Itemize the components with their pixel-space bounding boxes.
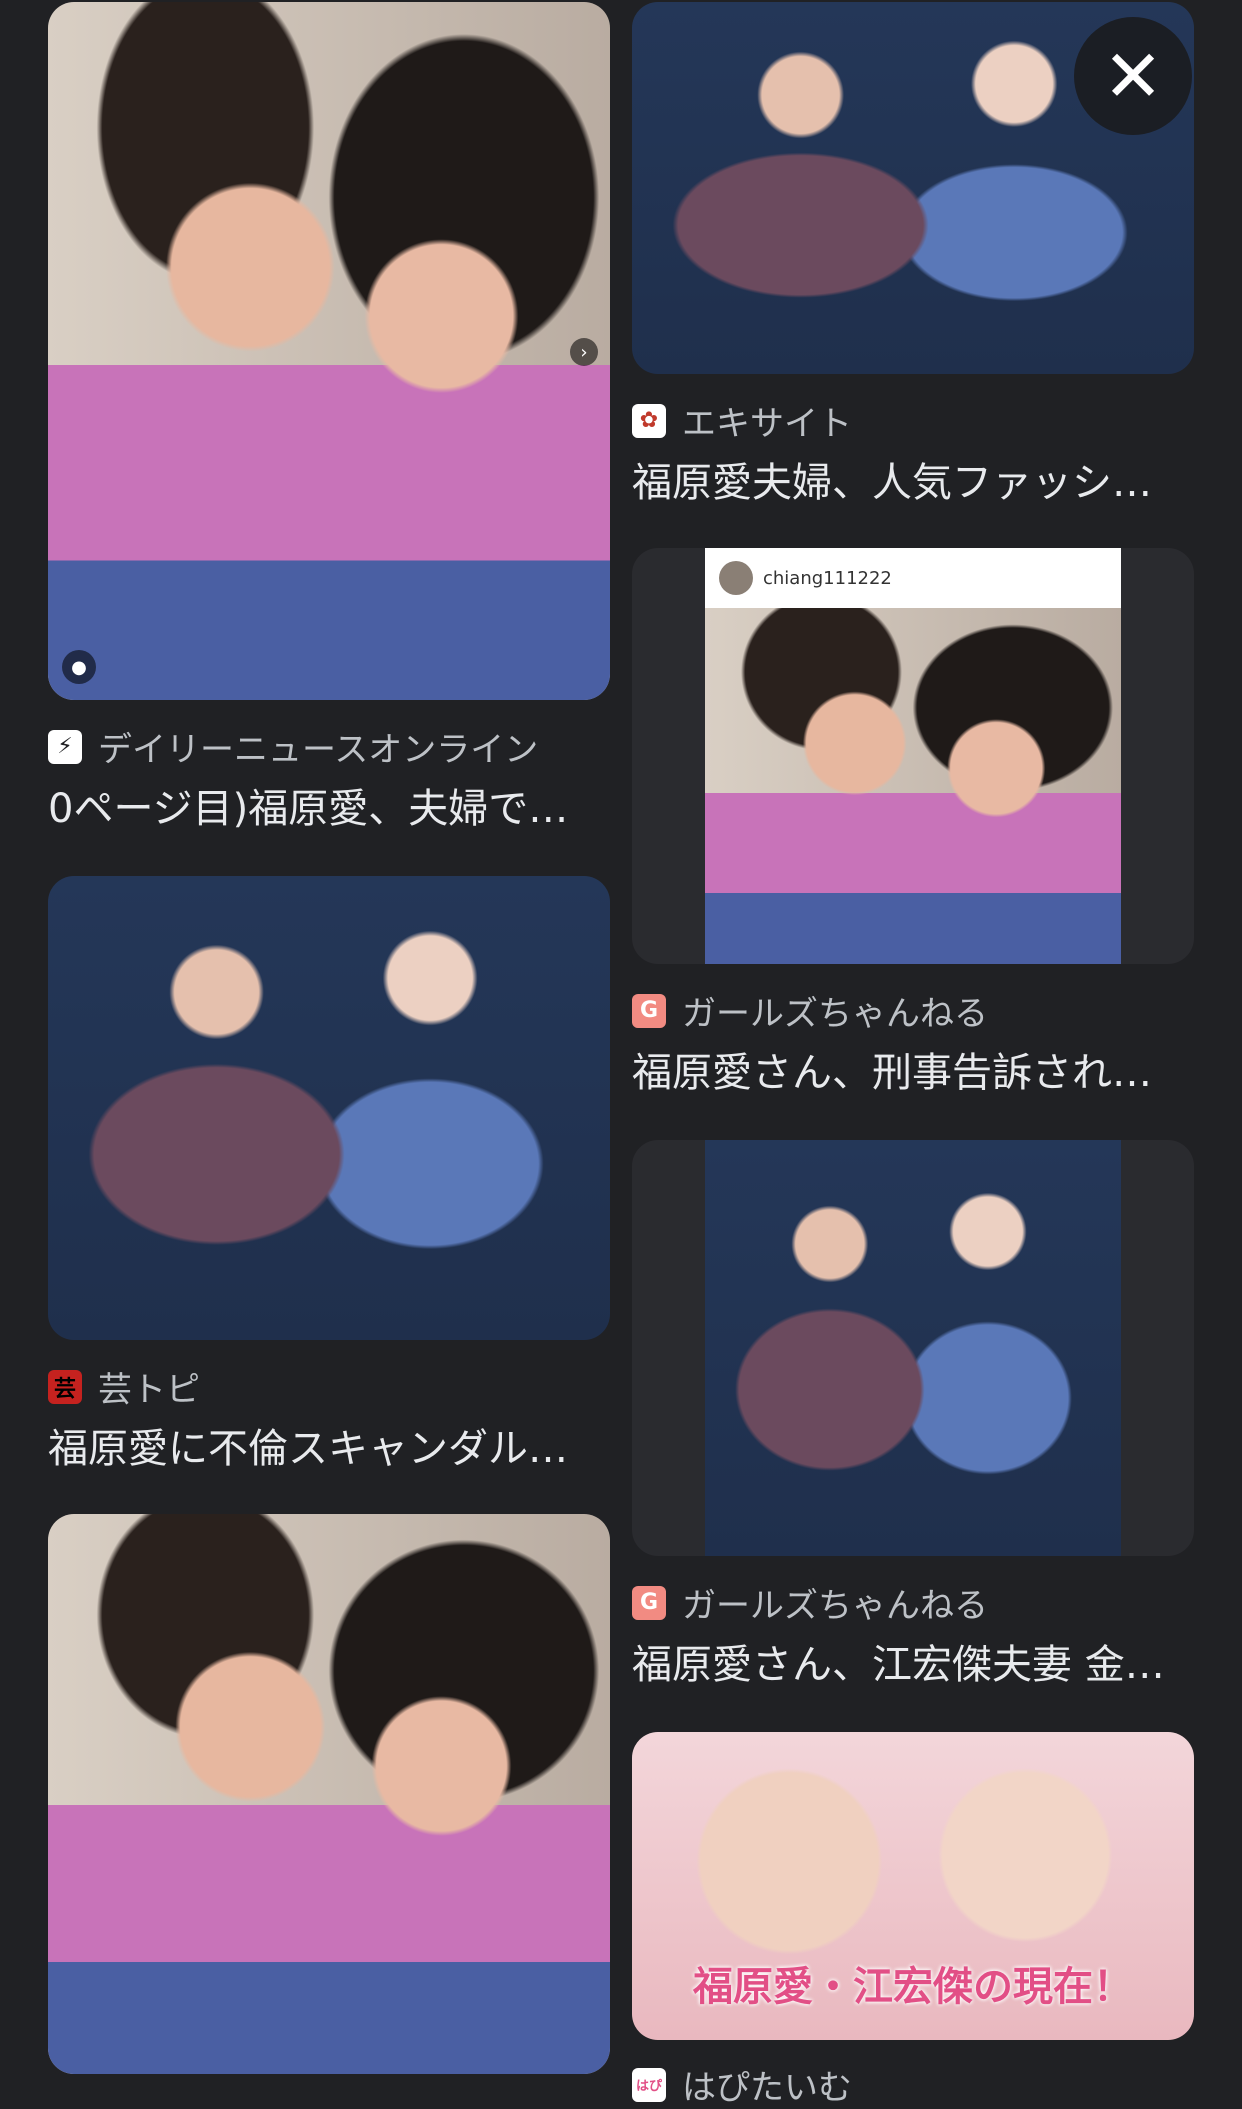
instagram-header: chiang111222: [705, 548, 1121, 608]
photo: [48, 1514, 610, 2074]
result-6-source[interactable]: はぴ はぴたいむ: [632, 2060, 852, 2109]
result-3-source[interactable]: G ガールズちゃんねる: [632, 986, 988, 1035]
source-label: ガールズちゃんねる: [682, 994, 988, 1034]
hapitime-icon: はぴ: [632, 2067, 666, 2102]
g-icon: G: [632, 1585, 666, 1620]
result-image-6-left[interactable]: [48, 1514, 610, 2074]
person-icon: ●: [62, 650, 96, 684]
source-label: ガールズちゃんねる: [682, 1586, 988, 1626]
username: chiang111222: [763, 567, 892, 589]
source-label: 芸トピ: [98, 1370, 200, 1410]
result-2-title[interactable]: 福原愛夫婦、人気ファッシ…: [632, 450, 1194, 508]
result-5-source[interactable]: G ガールズちゃんねる: [632, 1578, 988, 1627]
result-1-source[interactable]: ⚡ デイリーニュースオンライン: [48, 722, 538, 771]
geitopi-icon: 芸: [48, 1369, 82, 1404]
close-icon: ✕: [1102, 34, 1164, 118]
result-image-6[interactable]: 福原愛・江宏傑の現在！: [632, 1732, 1194, 2040]
source-label: はぴたいむ: [682, 2068, 852, 2108]
photo: [705, 1140, 1121, 1556]
photo: [48, 876, 610, 1340]
excite-icon: ✿: [632, 403, 666, 438]
g-icon: G: [632, 993, 666, 1028]
avatar: [719, 561, 753, 595]
result-image-5[interactable]: [632, 1140, 1194, 1556]
photo: chiang111222: [705, 548, 1121, 964]
next-image-icon[interactable]: ›: [570, 338, 598, 366]
result-1-title[interactable]: 0ページ目)福原愛、夫婦で…: [48, 776, 610, 834]
result-image-3[interactable]: chiang111222: [632, 548, 1194, 964]
close-button[interactable]: ✕: [1074, 17, 1192, 135]
photo-overlay-text: 福原愛・江宏傑の現在！: [693, 1964, 1133, 2010]
result-5-title[interactable]: 福原愛さん、江宏傑夫妻 金…: [632, 1632, 1194, 1690]
result-image-4[interactable]: [48, 876, 610, 1340]
result-3-title[interactable]: 福原愛さん、刑事告訴され…: [632, 1040, 1194, 1098]
lightning-icon: ⚡: [48, 729, 82, 764]
source-label: エキサイト: [682, 404, 852, 444]
result-4-source[interactable]: 芸 芸トピ: [48, 1362, 200, 1411]
photo: [48, 2, 610, 700]
result-image-1[interactable]: › ●: [48, 2, 610, 700]
source-label: デイリーニュースオンライン: [98, 730, 539, 770]
result-4-title[interactable]: 福原愛に不倫スキャンダル…: [48, 1416, 610, 1474]
result-2-source[interactable]: ✿ エキサイト: [632, 396, 852, 445]
